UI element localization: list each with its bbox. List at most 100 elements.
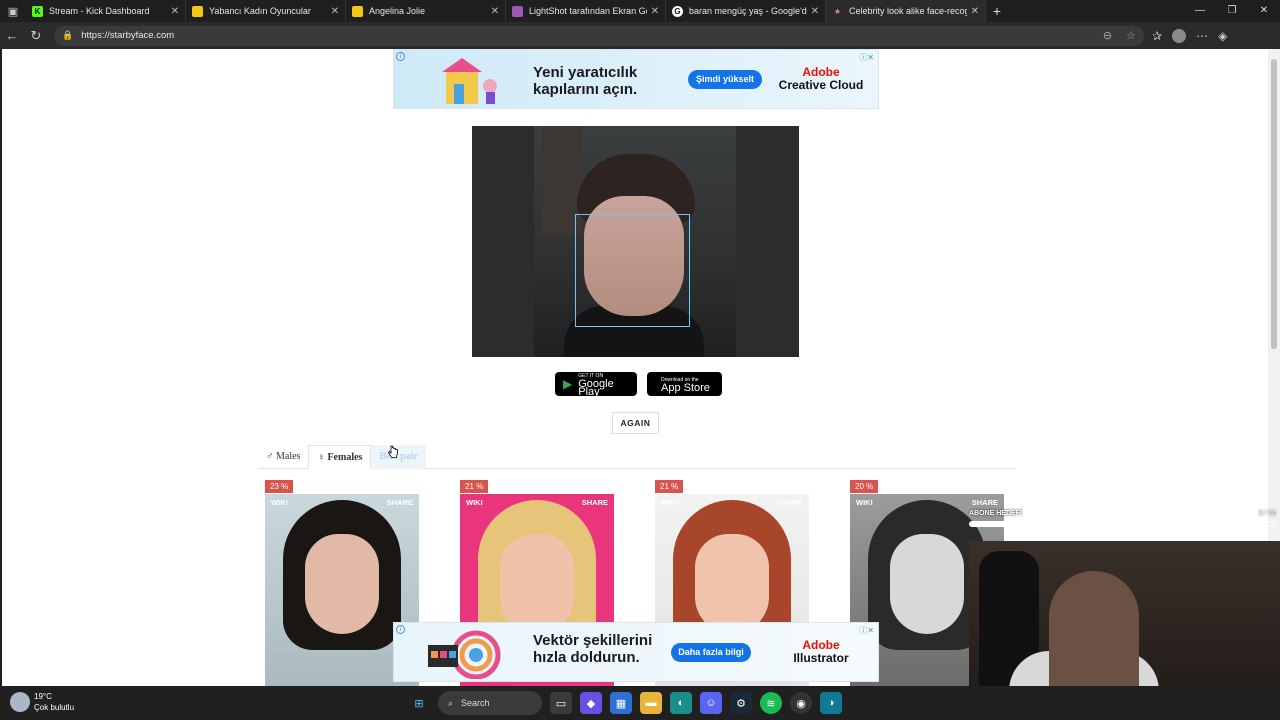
spotify-icon[interactable]: ≋ (760, 692, 782, 714)
ad-cta-button[interactable]: Şimdi yükselt (688, 70, 762, 89)
tab-males[interactable]: ♂ Males (258, 445, 308, 469)
ad-choices-icon[interactable]: i (396, 52, 405, 61)
share-link[interactable]: SHARE (582, 498, 608, 507)
tab-title: Celebrity look alike face-recognit (849, 6, 967, 16)
favorite-star-icon[interactable]: ☆ (1126, 29, 1136, 42)
kick-icon: K (32, 5, 43, 17)
gender-tabs: ♂ Males ♀ Females Best pair (258, 445, 1016, 469)
similarity-badge: 23 % (265, 480, 294, 493)
google-icon: G (672, 5, 683, 17)
tab-title: Yabancı Kadın Oyuncular (209, 6, 311, 16)
tab-yabanci-kadin[interactable]: Yabancı Kadın Oyuncular ✕ (186, 0, 346, 22)
task-view-icon[interactable]: ▭ (550, 692, 572, 714)
subscriber-goal-count: 3 / 20 (1258, 510, 1276, 517)
ad-brand: Adobe Creative Cloud (776, 66, 866, 92)
tab-actions-icon[interactable]: ▣ (0, 0, 26, 22)
weather-widget[interactable]: 19°C Çok bulutlu (10, 691, 74, 713)
more-menu-icon[interactable]: ⋯ (1196, 29, 1208, 43)
tab-title: Angelina Jolie (369, 6, 426, 16)
tab-lightshot[interactable]: LightShot tarafından Ekran Görün ✕ (506, 0, 666, 22)
copilot-app-icon[interactable]: ◆ (580, 692, 602, 714)
zoom-icon[interactable]: ⊖ (1103, 29, 1112, 42)
close-tab-icon[interactable]: ✕ (811, 6, 819, 17)
obs-icon[interactable]: ◉ (790, 692, 812, 714)
url-text: https://starbyface.com (81, 30, 175, 41)
taskbar-search[interactable]: ⌕ Search (438, 691, 542, 715)
subscriber-goal-overlay: ABONE HEDEFİ 3 / 20 (969, 509, 1280, 539)
restore-icon[interactable]: ❐ (1216, 0, 1248, 22)
windows-taskbar: 19°C Çok bulutlu ⊞ ⌕ Search ▭ ◆ ▦ ▬ ◐ ☺ … (0, 686, 1280, 720)
ad-headline: Yeni yaratıcılık kapılarını açın. (533, 64, 638, 98)
app-store-links: ▶ GET IT ON Google Play Download on the … (555, 372, 722, 398)
close-tab-icon[interactable]: ✕ (971, 6, 979, 17)
google-play-button[interactable]: ▶ GET IT ON Google Play (555, 372, 637, 398)
google-play-label: Google Play (578, 378, 614, 398)
ad-cta-button[interactable]: Daha fazla bilgi (671, 643, 751, 662)
cloud-icon (10, 692, 30, 712)
ad-illustration (428, 630, 501, 679)
imdb-icon (352, 5, 363, 17)
new-tab-icon[interactable]: + (986, 3, 1008, 19)
edge-icon[interactable]: ◐ (670, 692, 692, 714)
wiki-link[interactable]: WIKI (271, 498, 288, 507)
uploaded-photo (472, 126, 799, 357)
tab-title: baran mengüç yaş - Google'da A (689, 6, 807, 16)
reload-icon[interactable]: ↻ (24, 28, 48, 44)
share-link[interactable]: SHARE (777, 498, 803, 507)
close-tab-icon[interactable]: ✕ (651, 6, 659, 17)
close-tab-icon[interactable]: ✕ (491, 6, 499, 17)
taskbar-search-label: Search (461, 698, 490, 708)
minimize-icon[interactable]: — (1184, 0, 1216, 22)
taskbar-apps: ⊞ ⌕ Search ▭ ◆ ▦ ▬ ◐ ☺ ⚙ ≋ ◉ ◑ (408, 691, 842, 715)
ad-brand-line2: Illustrator (793, 651, 849, 665)
lock-icon[interactable]: 🔒 (62, 30, 73, 41)
app-store-button[interactable]: Download on the App Store (647, 372, 722, 396)
tab-best-pair[interactable]: Best pair (371, 445, 427, 469)
profile-avatar[interactable] (1172, 28, 1187, 43)
star-icon: ★ (833, 6, 842, 16)
wiki-link[interactable]: WIKI (856, 498, 873, 507)
weather-temperature: 19°C (34, 692, 52, 701)
tab-google-search[interactable]: G baran mengüç yaş - Google'da A ✕ (666, 0, 826, 22)
similarity-badge: 21 % (655, 480, 684, 493)
ad-banner-bottom[interactable]: i ⓘ✕ Vektör şekillerini hızla doldurun. … (393, 622, 879, 682)
windows-start-icon[interactable]: ⊞ (408, 692, 430, 714)
close-window-icon[interactable]: ✕ (1248, 0, 1280, 22)
again-button[interactable]: AGAIN (612, 412, 659, 434)
copilot-icon[interactable]: ◈ (1218, 29, 1227, 43)
ad-close-icon[interactable]: ⓘ✕ (859, 52, 874, 63)
ad-choices-icon[interactable]: i (396, 625, 405, 634)
close-tab-icon[interactable]: ✕ (171, 6, 179, 17)
discord-icon[interactable]: ☺ (700, 692, 722, 714)
ad-brand: Adobe Illustrator (776, 639, 866, 665)
app-store-label: App Store (661, 382, 710, 394)
weather-condition: Çok bulutlu (34, 703, 75, 712)
search-icon: ⌕ (448, 697, 454, 708)
close-tab-icon[interactable]: ✕ (331, 6, 339, 17)
tab-kick-dashboard[interactable]: K Stream - Kick Dashboard ✕ (26, 0, 186, 22)
tab-females[interactable]: ♀ Females (308, 445, 372, 469)
wiki-link[interactable]: WIKI (466, 498, 483, 507)
store-icon[interactable]: ▦ (610, 692, 632, 714)
steam-icon[interactable]: ⚙ (730, 692, 752, 714)
tab-angelina-jolie[interactable]: Angelina Jolie ✕ (346, 0, 506, 22)
similarity-badge: 21 % (460, 480, 489, 493)
favorites-icon[interactable]: ✰ (1152, 29, 1162, 43)
share-link[interactable]: SHARE (972, 498, 998, 507)
wiki-link[interactable]: WIKI (661, 498, 678, 507)
address-bar: ← ↻ 🔒 https://starbyface.com ⊖ ☆ ✰ ⋯ ◈ (0, 22, 1280, 49)
play-triangle-icon: ▶ (563, 377, 573, 391)
ad-banner-top[interactable]: i ⓘ✕ Yeni yaratıcılık kapılarını açın. Ş… (393, 49, 879, 109)
subscriber-goal-fill (970, 522, 1016, 526)
tab-title: Stream - Kick Dashboard (49, 6, 150, 16)
ad-illustration (442, 58, 497, 104)
ad-close-icon[interactable]: ⓘ✕ (859, 625, 874, 636)
back-icon[interactable]: ← (0, 28, 24, 43)
scrollbar-thumb[interactable] (1271, 59, 1277, 349)
url-field[interactable]: 🔒 https://starbyface.com ⊖ ☆ (54, 25, 1144, 46)
edge-secondary-icon[interactable]: ◑ (820, 692, 842, 714)
feather-icon (512, 5, 523, 17)
share-link[interactable]: SHARE (387, 498, 413, 507)
tab-starbyface[interactable]: ★ Celebrity look alike face-recognit ✕ (826, 0, 986, 22)
file-explorer-icon[interactable]: ▬ (640, 692, 662, 714)
